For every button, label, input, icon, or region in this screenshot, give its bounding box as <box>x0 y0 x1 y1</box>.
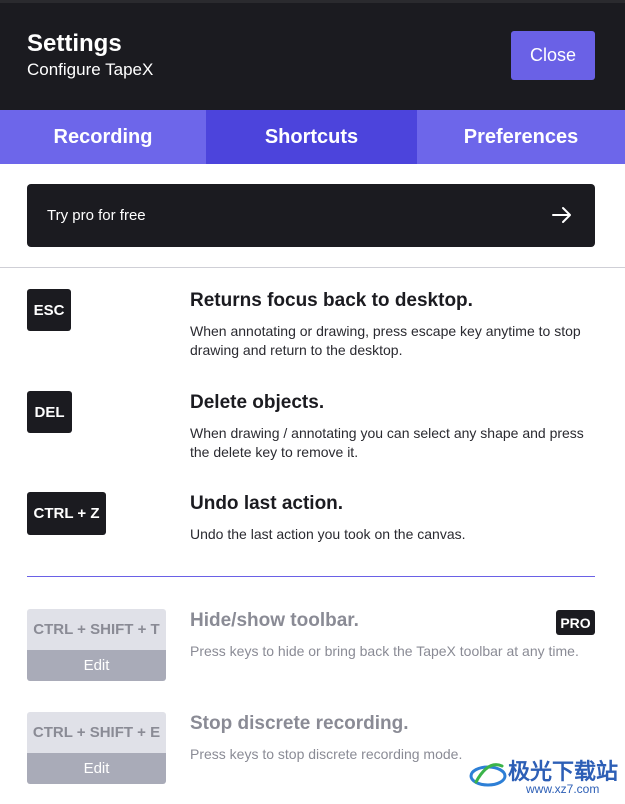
shortcut-key-ctrl-z: CTRL + Z <box>27 492 106 535</box>
page-subtitle: Configure TapeX <box>27 60 154 79</box>
key-combo: CTRL + SHIFT + T <box>27 609 166 650</box>
edit-shortcut-button[interactable]: Edit <box>27 650 166 681</box>
tab-bar: Recording Shortcuts Preferences <box>0 110 625 164</box>
pro-badge: PRO <box>556 610 595 635</box>
divider <box>0 267 625 268</box>
shortcut-key-esc: ESC <box>27 289 71 331</box>
shortcut-title: Stop discrete recording. <box>190 713 409 734</box>
page-title: Settings <box>27 30 122 57</box>
shortcut-key-del: DEL <box>27 391 72 433</box>
try-pro-label: Try pro for free <box>47 207 146 224</box>
close-button[interactable]: Close <box>511 31 595 80</box>
shortcut-title: Undo last action. <box>190 493 344 514</box>
pro-shortcut-key: CTRL + SHIFT + E Edit <box>27 712 166 784</box>
tab-preferences[interactable]: Preferences <box>417 110 625 164</box>
arrow-right-icon <box>552 207 571 223</box>
tab-shortcuts[interactable]: Shortcuts <box>206 110 417 164</box>
edit-shortcut-button[interactable]: Edit <box>27 753 166 784</box>
watermark-logo-icon <box>469 763 507 787</box>
watermark: 极光下载站 www.xz7.com <box>468 750 618 800</box>
shortcut-description: When annotating or drawing, press escape… <box>190 323 581 358</box>
shortcut-description: Undo the last action you took on the can… <box>190 526 466 542</box>
shortcut-title: Delete objects. <box>190 392 325 413</box>
shortcut-title: Hide/show toolbar. <box>190 610 359 631</box>
shortcut-description: When drawing / annotating you can select… <box>190 425 584 460</box>
key-combo: CTRL + SHIFT + E <box>27 712 166 753</box>
settings-header: Settings Configure TapeX Close <box>0 0 625 110</box>
shortcut-title: Returns focus back to desktop. <box>190 290 473 311</box>
pro-section-divider <box>27 576 595 577</box>
shortcut-description: Press keys to hide or bring back the Tap… <box>190 643 579 659</box>
try-pro-banner[interactable]: Try pro for free <box>27 184 595 247</box>
watermark-url: www.xz7.com <box>526 782 600 796</box>
pro-shortcut-key: CTRL + SHIFT + T Edit <box>27 609 166 681</box>
tab-recording[interactable]: Recording <box>0 110 206 164</box>
title-bar-strip <box>0 0 625 3</box>
